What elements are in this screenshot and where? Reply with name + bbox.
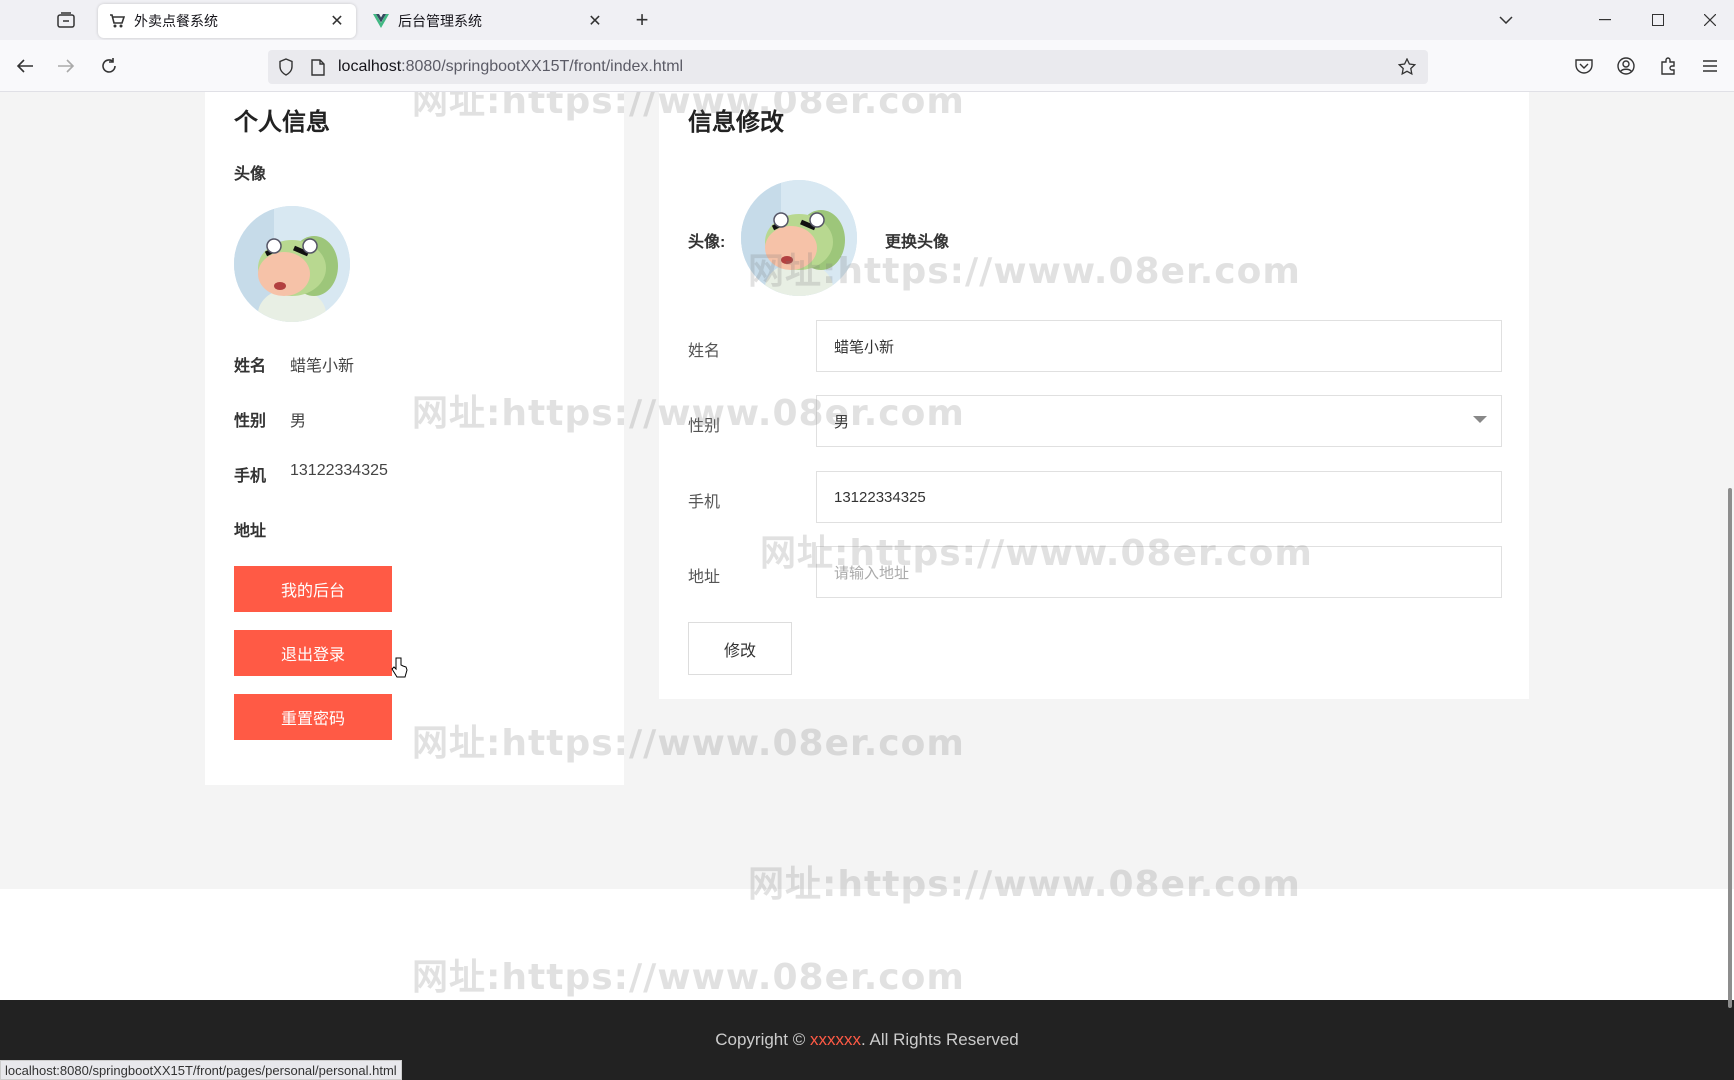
menu-icon[interactable]	[1696, 52, 1724, 80]
avatar	[234, 206, 350, 322]
tab-title: 后台管理系统	[398, 13, 482, 29]
bookmark-star-icon[interactable]	[1394, 54, 1420, 80]
logout-button[interactable]: 退出登录	[234, 630, 392, 676]
close-window-icon[interactable]	[1690, 6, 1730, 34]
phone-value: 13122334325	[290, 462, 388, 479]
avatar-field-label: 头像:	[688, 234, 726, 251]
reset-password-button[interactable]: 重置密码	[234, 694, 392, 740]
change-avatar-link[interactable]: 更换头像	[885, 228, 949, 252]
copyright-suffix: . All Rights Reserved	[860, 1030, 1019, 1049]
chevron-down-icon[interactable]	[1494, 8, 1518, 32]
forward-arrow-icon[interactable]	[52, 52, 80, 80]
maximize-icon[interactable]	[1638, 6, 1678, 34]
gender-label: 性别	[234, 413, 267, 430]
tab-strip: 外卖点餐系统 ✕ 后台管理系统 ✕ +	[0, 0, 1734, 40]
page-info-icon[interactable]	[304, 53, 332, 81]
close-tab-icon[interactable]: ✕	[586, 12, 604, 30]
url-text: localhost:8080/springbootXX15T/front/ind…	[338, 58, 683, 76]
personal-info-title: 个人信息	[234, 109, 330, 136]
vue-logo-icon	[372, 12, 390, 30]
address-bar[interactable]: localhost:8080/springbootXX15T/front/ind…	[268, 50, 1428, 84]
dropdown-arrow-icon	[1473, 416, 1487, 423]
navigation-toolbar: localhost:8080/springbootXX15T/front/ind…	[0, 40, 1734, 92]
footer-brand-link[interactable]: xxxxxx	[810, 1030, 861, 1050]
address-label: 地址	[234, 523, 267, 540]
avatar-preview[interactable]	[741, 180, 857, 296]
tab-manager-icon[interactable]	[52, 8, 80, 32]
page-content: 个人信息 头像 姓名 蜡笔小新 性别 男 手机 13122334325 地址 我…	[0, 92, 1734, 1080]
gender-select-value: 男	[834, 413, 850, 431]
tab-takeout-system[interactable]: 外卖点餐系统 ✕	[98, 4, 356, 38]
name-label: 姓名	[234, 358, 267, 375]
phone-label: 手机	[234, 468, 267, 485]
gender-field-label: 性别	[688, 418, 721, 435]
close-tab-icon[interactable]: ✕	[328, 12, 346, 30]
url-host: localhost	[338, 58, 402, 75]
personal-info-card: 个人信息 头像 姓名 蜡笔小新 性别 男 手机 13122334325 地址 我…	[205, 92, 624, 785]
account-icon[interactable]	[1612, 52, 1640, 80]
hand-cursor-icon	[390, 657, 408, 679]
scrollbar-thumb[interactable]	[1728, 488, 1732, 1008]
phone-field-label: 手机	[688, 494, 721, 511]
tab-admin-system[interactable]: 后台管理系统 ✕	[362, 4, 614, 38]
edit-info-title: 信息修改	[688, 109, 784, 136]
gender-value: 男	[290, 413, 307, 430]
shield-icon[interactable]	[272, 53, 300, 81]
edit-info-card: 信息修改 头像: 更换头像 姓名 蜡笔小新 性别 男 手机 1312233432…	[659, 92, 1529, 699]
reload-icon[interactable]	[95, 52, 123, 80]
address-field-label: 地址	[688, 569, 721, 586]
status-url: localhost:8080/springbootXX15T/front/pag…	[0, 1060, 402, 1080]
cart-icon	[108, 12, 126, 30]
avatar-label: 头像	[234, 166, 267, 183]
modify-button[interactable]: 修改	[688, 622, 792, 675]
footer-spacer	[0, 889, 1734, 1000]
back-arrow-icon[interactable]	[11, 52, 39, 80]
extensions-icon[interactable]	[1654, 52, 1682, 80]
name-input[interactable]: 蜡笔小新	[816, 320, 1502, 372]
gender-select[interactable]: 男	[816, 395, 1502, 447]
minimize-icon[interactable]	[1585, 6, 1625, 34]
phone-input[interactable]: 13122334325	[816, 471, 1502, 523]
tab-title: 外卖点餐系统	[134, 13, 218, 29]
my-backend-button[interactable]: 我的后台	[234, 566, 392, 612]
address-input[interactable]: 请输入地址	[816, 546, 1502, 598]
copyright-prefix: Copyright ©	[715, 1030, 806, 1049]
new-tab-icon[interactable]: +	[630, 7, 654, 32]
url-path: :8080/springbootXX15T/front/index.html	[401, 58, 684, 75]
name-value: 蜡笔小新	[290, 358, 355, 375]
name-field-label: 姓名	[688, 343, 721, 360]
pocket-icon[interactable]	[1570, 52, 1598, 80]
